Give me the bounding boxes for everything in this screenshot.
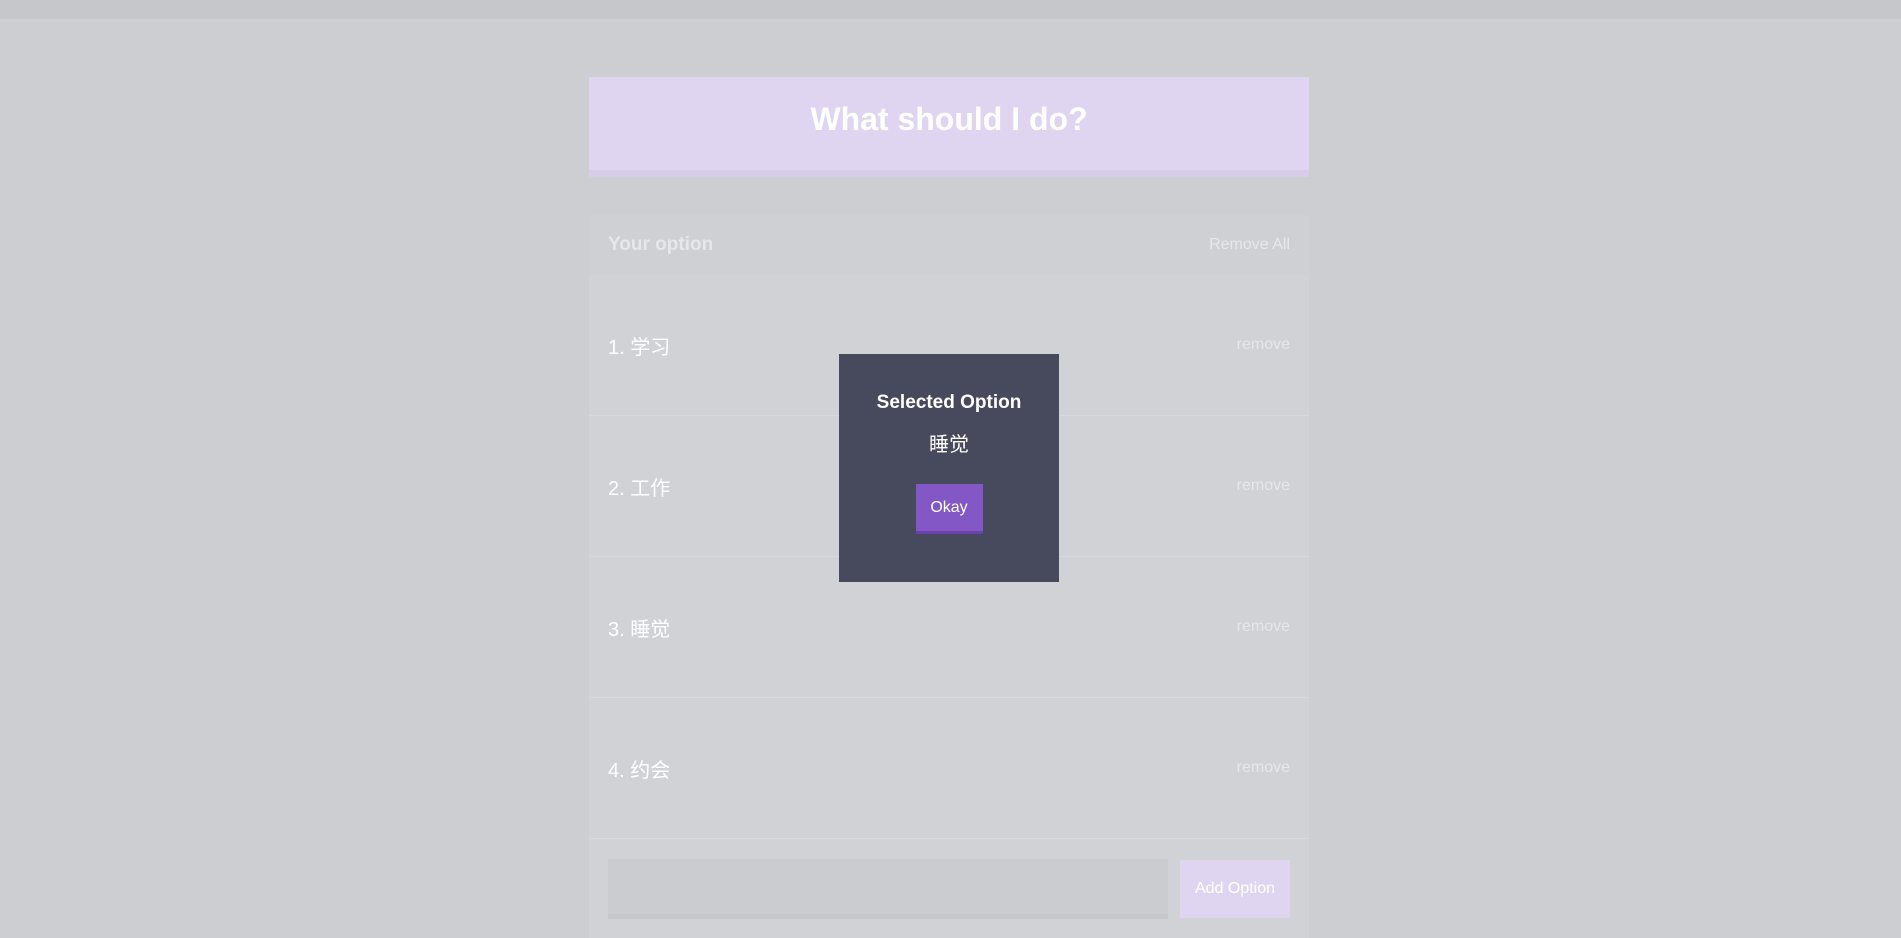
add-option-button[interactable]: Add Option bbox=[1180, 860, 1290, 918]
option-remove-button[interactable]: remove bbox=[1237, 618, 1290, 636]
modal-title: Selected Option bbox=[876, 392, 1022, 413]
option-remove-button[interactable]: remove bbox=[1237, 336, 1290, 354]
add-option-input[interactable] bbox=[608, 859, 1168, 919]
option-remove-button[interactable]: remove bbox=[1237, 477, 1290, 495]
remove-all-button[interactable]: Remove All bbox=[1209, 236, 1290, 254]
option-remove-button[interactable]: remove bbox=[1237, 759, 1290, 777]
app-header: What should I do? bbox=[589, 77, 1309, 177]
app-title: What should I do? bbox=[810, 101, 1088, 137]
options-panel-header: Your option Remove All bbox=[589, 215, 1309, 275]
okay-button[interactable]: Okay bbox=[915, 484, 983, 534]
option-label: 3. 睡觉 bbox=[608, 618, 671, 641]
option-label: 4. 约会 bbox=[608, 759, 671, 782]
option-label: 1. 学习 bbox=[608, 336, 671, 359]
selected-option-modal: Selected Option 睡觉 Okay bbox=[839, 354, 1059, 582]
add-option-form: Add Option bbox=[589, 858, 1309, 920]
option-label: 2. 工作 bbox=[608, 477, 671, 500]
options-panel-title: Your option bbox=[608, 234, 714, 255]
selected-option-value: 睡觉 bbox=[929, 434, 969, 456]
option-item: 4. 约会 remove bbox=[589, 698, 1309, 839]
browser-top-strip bbox=[0, 0, 1901, 19]
